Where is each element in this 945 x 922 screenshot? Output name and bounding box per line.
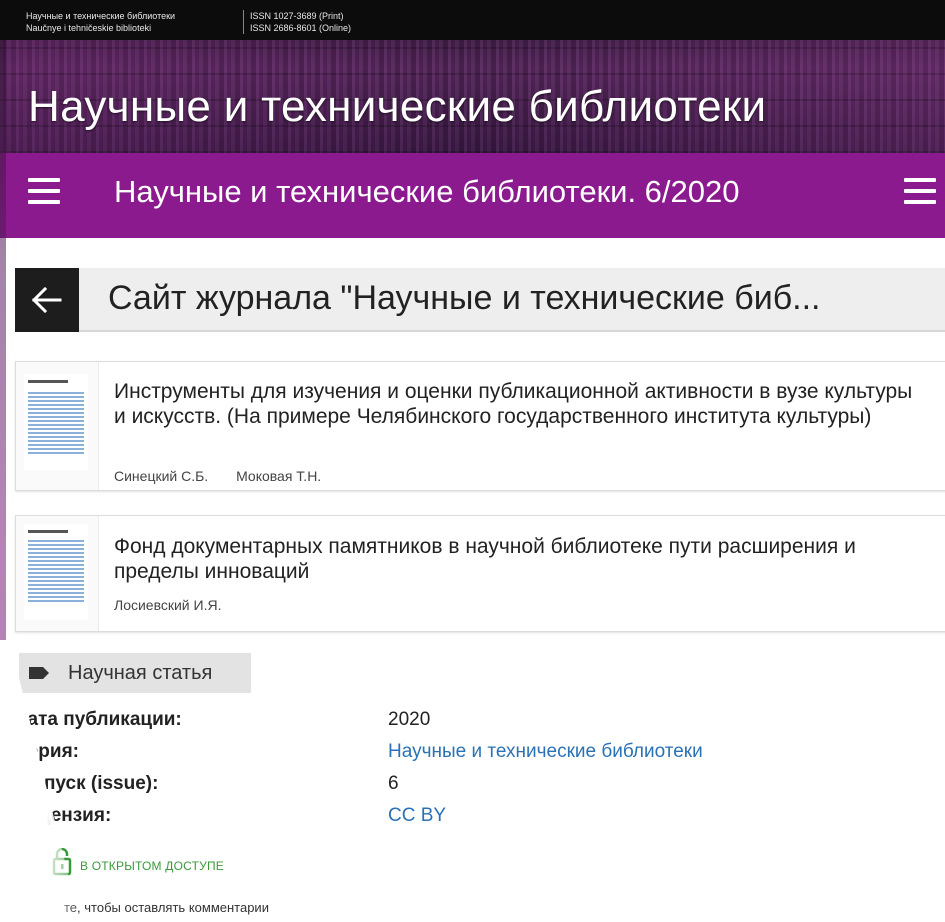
license-label: Лицензия: [14, 805, 112, 826]
article-thumbnail[interactable] [16, 362, 99, 490]
arrow-left-icon [32, 287, 62, 313]
back-button[interactable] [15, 268, 79, 332]
article-authors: Синецкий С.Б. Моковая Т.Н. [114, 468, 345, 484]
author-link[interactable]: Моковая Т.Н. [236, 468, 321, 484]
issn-print: ISSN 1027-3689 (Print) [250, 11, 344, 21]
publication-date-value: 2020 [388, 709, 431, 730]
article-type-tag[interactable]: Научная статья [19, 653, 251, 693]
site-name-translit[interactable]: Naučnye i tehničeskie biblioteki [26, 22, 175, 34]
article-authors: Лосиевский И.Я. [114, 597, 245, 613]
article-thumbnail[interactable] [16, 516, 99, 631]
journal-title[interactable]: Научные и технические библиотеки [28, 82, 766, 132]
license-link[interactable]: CC BY [388, 805, 446, 827]
article-card[interactable]: Фонд документарных памятников в научной … [15, 515, 945, 632]
series-label: Серия: [14, 741, 79, 762]
screen-edge [0, 0, 6, 922]
section-title: Сайт журнала "Научные и технические биб.… [108, 279, 821, 317]
tag-icon [29, 667, 49, 679]
issn-block: ISSN 1027-3689 (Print) ISSN 2686-8601 (O… [243, 10, 351, 34]
publication-date-label: Дата публикации: [14, 709, 182, 730]
article-card[interactable]: Инструменты для изучения и оценки публик… [15, 361, 945, 491]
issn-online: ISSN 2686-8601 (Online) [250, 23, 352, 33]
issue-value: 6 [388, 773, 399, 794]
hamburger-menu-icon[interactable] [28, 178, 60, 204]
login-to-comment-hint[interactable]: те, чтобы оставлять комментарии [64, 900, 269, 915]
author-link[interactable]: Синецкий С.Б. [114, 468, 208, 484]
site-name-block[interactable]: Научные и технические библиотеки Naučnye… [26, 10, 175, 34]
tag-label: Научная статья [68, 662, 213, 684]
issue-title[interactable]: Научные и технические библиотеки. 6/2020 [114, 174, 740, 210]
series-link[interactable]: Научные и технические библиотеки [388, 741, 703, 763]
open-access-label: В ОТКРЫТОМ ДОСТУПЕ [80, 859, 224, 873]
site-name-ru[interactable]: Научные и технические библиотеки [26, 10, 175, 22]
article-title[interactable]: Инструменты для изучения и оценки публик… [114, 379, 929, 429]
issue-label: Выпуск (issue): [14, 773, 159, 794]
hamburger-menu-icon[interactable] [904, 178, 936, 204]
article-title[interactable]: Фонд документарных памятников в научной … [114, 534, 929, 584]
unlock-icon [52, 848, 72, 876]
author-link[interactable]: Лосиевский И.Я. [114, 597, 221, 613]
